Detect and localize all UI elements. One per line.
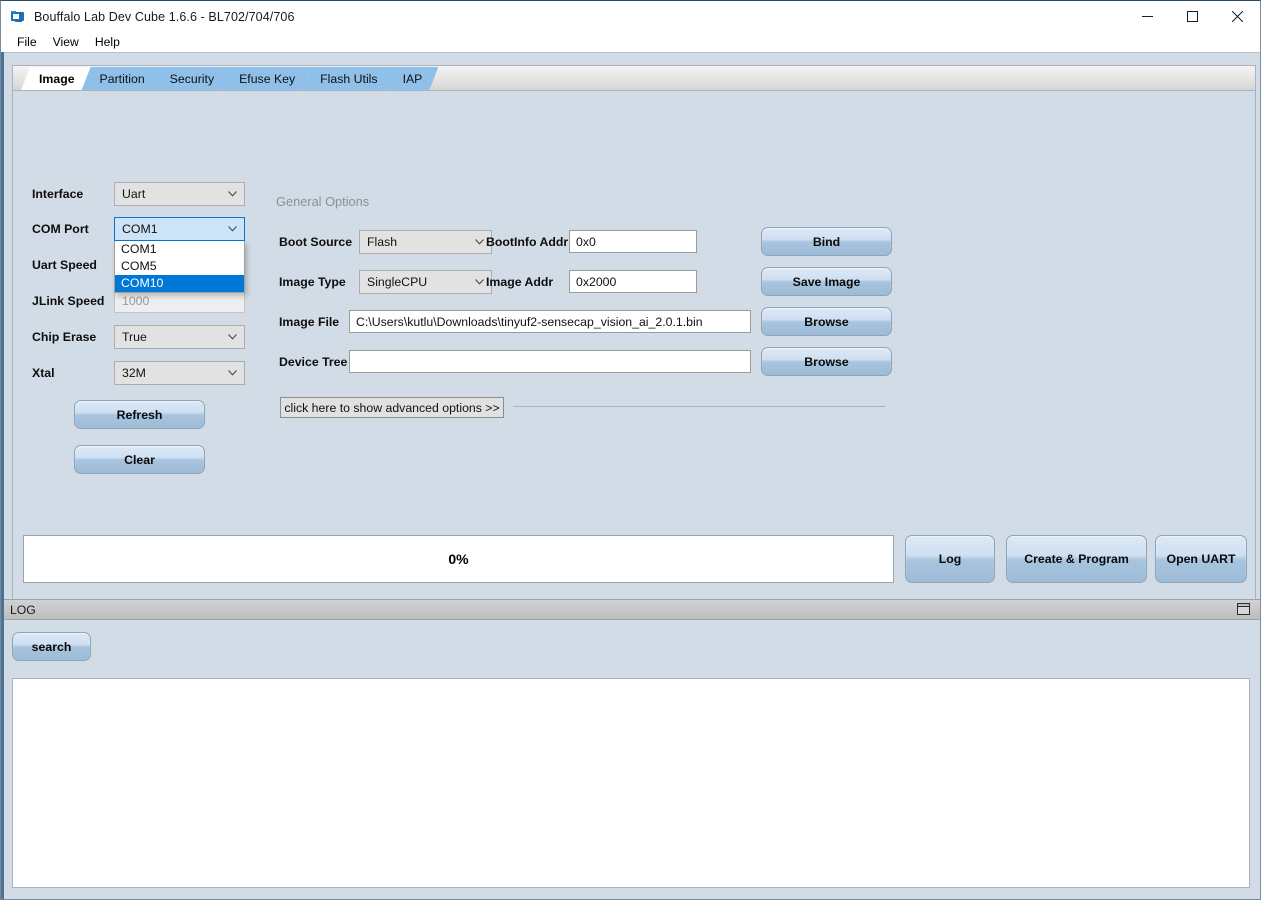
uart-speed-label: Uart Speed <box>32 258 97 272</box>
image-addr-value: 0x2000 <box>576 274 617 289</box>
tab-flash-utils[interactable]: Flash Utils <box>302 67 393 90</box>
image-addr-input[interactable]: 0x2000 <box>569 270 697 293</box>
image-type-label: Image Type <box>279 275 346 289</box>
create-program-button[interactable]: Create & Program <box>1006 535 1147 583</box>
com-port-combo[interactable]: COM1 <box>114 217 245 241</box>
log-header-label: LOG <box>10 602 36 617</box>
log-text-area[interactable] <box>12 678 1250 888</box>
left-accent-strip <box>1 52 4 899</box>
chip-erase-combo[interactable]: True <box>114 325 245 349</box>
chevron-down-icon <box>226 334 244 340</box>
title-bar: Bouffalo Lab Dev Cube 1.6.6 - BL702/704/… <box>1 1 1260 32</box>
save-image-button[interactable]: Save Image <box>761 267 892 296</box>
xtal-label: Xtal <box>32 366 55 380</box>
menu-item-file[interactable]: File <box>9 34 45 50</box>
device-tree-label: Device Tree <box>279 355 348 369</box>
com-port-dropdown-list[interactable]: COM1 COM5 COM10 <box>114 241 245 293</box>
refresh-button-label: Refresh <box>116 407 163 422</box>
tab-label: Security <box>169 71 215 86</box>
save-image-button-label: Save Image <box>792 274 861 289</box>
maximize-icon[interactable] <box>1170 1 1215 32</box>
clear-button-label: Clear <box>124 452 155 467</box>
search-button-label: search <box>31 639 72 654</box>
bind-button-label: Bind <box>812 234 841 249</box>
refresh-button[interactable]: Refresh <box>74 400 205 429</box>
com-port-combo-value: COM1 <box>122 222 158 236</box>
log-panel: search <box>1 620 1260 899</box>
advanced-options-toggle[interactable]: click here to show advanced options >> <box>280 397 504 418</box>
tab-label: Partition <box>99 71 145 86</box>
image-file-value: C:\Users\kutlu\Downloads\tinyuf2-senseca… <box>356 314 703 329</box>
tab-label: Flash Utils <box>320 71 378 86</box>
minimize-icon[interactable] <box>1125 1 1170 32</box>
boot-source-label: Boot Source <box>279 235 353 249</box>
boot-source-combo[interactable]: Flash <box>359 230 492 254</box>
com-port-option-com5[interactable]: COM5 <box>115 258 244 275</box>
tab-strip: Image Partition Security Efuse Key Flash… <box>12 65 1256 90</box>
image-type-combo-value: SingleCPU <box>367 275 428 289</box>
tab-image[interactable]: Image <box>21 67 91 90</box>
open-uart-button[interactable]: Open UART <box>1155 535 1247 583</box>
tab-security[interactable]: Security <box>152 67 230 90</box>
app-window: Bouffalo Lab Dev Cube 1.6.6 - BL702/704/… <box>0 0 1261 900</box>
browse-image-file-button[interactable]: Browse <box>761 307 892 336</box>
open-uart-button-label: Open UART <box>1166 552 1236 566</box>
bootinfo-addr-input[interactable]: 0x0 <box>569 230 697 253</box>
chevron-down-icon <box>226 370 244 376</box>
interface-label: Interface <box>32 187 84 201</box>
tab-label: Efuse Key <box>239 71 296 86</box>
interface-combo-value: Uart <box>122 187 146 201</box>
menu-item-view[interactable]: View <box>45 34 87 50</box>
restore-window-icon[interactable] <box>1237 603 1251 616</box>
browse-button-label: Browse <box>804 354 849 369</box>
close-icon[interactable] <box>1215 1 1260 32</box>
tab-label: Image <box>39 71 75 86</box>
com-port-label: COM Port <box>32 222 89 236</box>
window-title: Bouffalo Lab Dev Cube 1.6.6 - BL702/704/… <box>34 9 295 24</box>
chevron-down-icon <box>226 191 244 197</box>
xtal-combo[interactable]: 32M <box>114 361 245 385</box>
progress-bar: 0% <box>23 535 894 583</box>
search-button[interactable]: search <box>12 632 91 661</box>
bind-button[interactable]: Bind <box>761 227 892 256</box>
tab-iap[interactable]: IAP <box>385 67 439 90</box>
advanced-options-divider <box>513 406 885 407</box>
com-port-option-com1[interactable]: COM1 <box>115 241 244 258</box>
menu-bar: File View Help <box>1 32 1260 52</box>
tab-partition[interactable]: Partition <box>82 67 161 90</box>
image-type-combo[interactable]: SingleCPU <box>359 270 492 294</box>
window-controls <box>1125 1 1260 32</box>
advanced-options-toggle-label: click here to show advanced options >> <box>284 400 500 415</box>
chevron-down-icon <box>226 226 244 232</box>
log-button[interactable]: Log <box>905 535 995 583</box>
image-file-label: Image File <box>279 315 340 329</box>
chip-erase-label: Chip Erase <box>32 330 97 344</box>
bootinfo-addr-label: BootInfo Addr <box>486 235 569 249</box>
bootinfo-addr-value: 0x0 <box>576 234 596 249</box>
log-button-label: Log <box>938 552 962 566</box>
general-options-title: General Options <box>276 194 370 209</box>
browse-button-label: Browse <box>804 314 849 329</box>
clear-button[interactable]: Clear <box>74 445 205 474</box>
tab-label: IAP <box>402 71 423 86</box>
menu-item-help[interactable]: Help <box>87 34 128 50</box>
interface-combo[interactable]: Uart <box>114 182 245 206</box>
boot-source-combo-value: Flash <box>367 235 398 249</box>
jlink-speed-value: 1000 <box>122 294 150 308</box>
device-tree-input[interactable] <box>349 350 751 373</box>
app-logo-icon <box>10 9 26 25</box>
tab-efuse-key[interactable]: Efuse Key <box>221 67 311 90</box>
progress-text: 0% <box>448 551 469 567</box>
chip-erase-combo-value: True <box>122 330 147 344</box>
image-tab-panel: Interface Uart COM Port COM1 COM1 COM5 C… <box>12 90 1256 640</box>
com-port-option-com10[interactable]: COM10 <box>115 275 244 292</box>
image-file-input[interactable]: C:\Users\kutlu\Downloads\tinyuf2-senseca… <box>349 310 751 333</box>
browse-device-tree-button[interactable]: Browse <box>761 347 892 376</box>
log-header-bar: LOG <box>1 599 1260 620</box>
jlink-speed-label: JLink Speed <box>32 294 105 308</box>
create-program-button-label: Create & Program <box>1024 552 1129 566</box>
image-addr-label: Image Addr <box>486 275 554 289</box>
xtal-combo-value: 32M <box>122 366 146 380</box>
